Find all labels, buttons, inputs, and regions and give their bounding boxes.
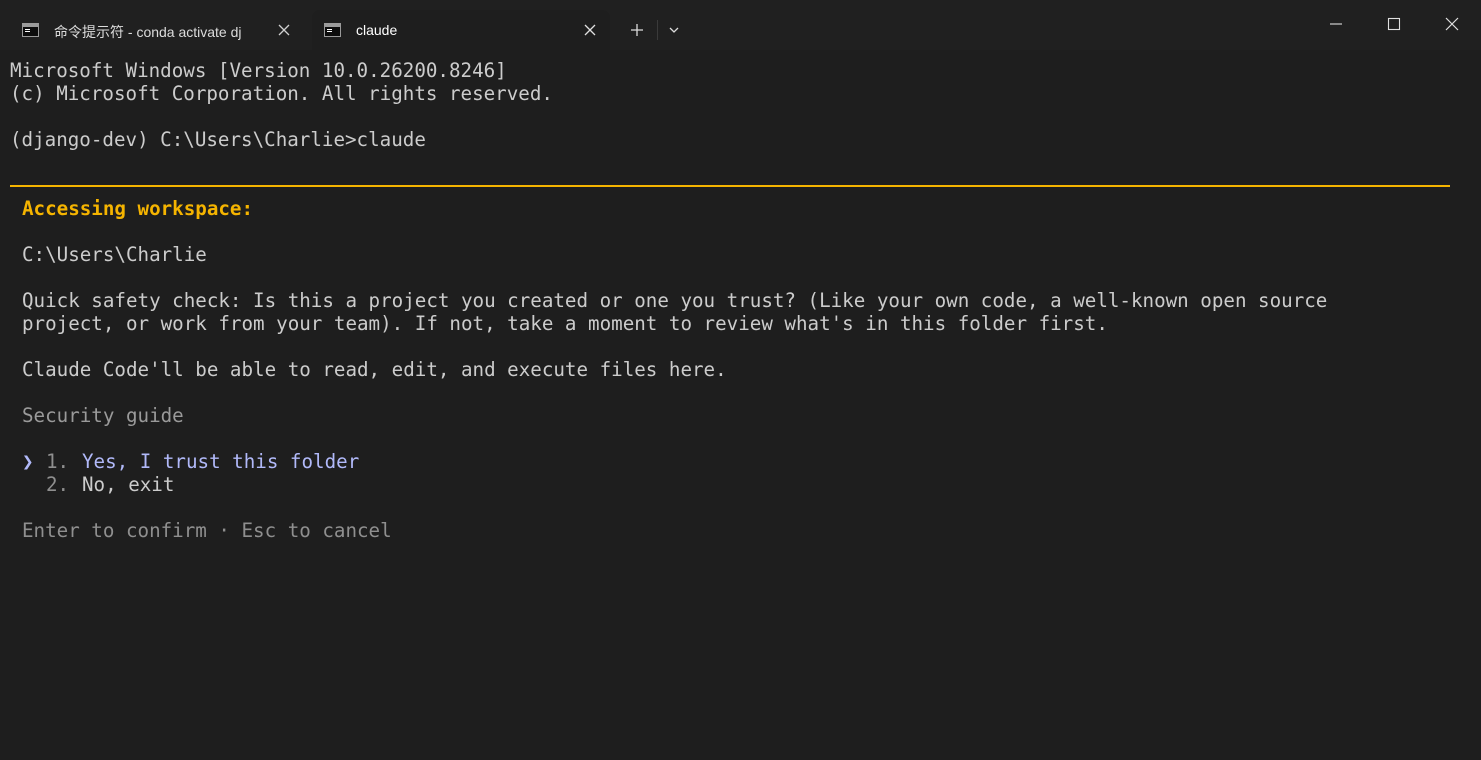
minimize-button[interactable] — [1307, 0, 1365, 48]
safety-question-line-1: Quick safety check: Is this a project yo… — [22, 289, 1328, 312]
command-prompt-line: (django-dev) C:\Users\Charlie>claude — [10, 128, 426, 151]
tab-dropdown-button[interactable] — [661, 16, 687, 44]
close-tab-icon[interactable] — [582, 22, 598, 38]
selection-pointer-icon: ❯ — [22, 450, 34, 473]
close-tab-icon[interactable] — [276, 22, 292, 38]
option-number: 2. — [46, 473, 70, 496]
version-line: Microsoft Windows [Version 10.0.26200.82… — [10, 59, 507, 82]
option-label: No, exit — [82, 473, 175, 496]
close-icon — [1445, 17, 1459, 31]
tab-divider — [657, 20, 658, 40]
plus-icon — [631, 24, 643, 36]
copyright-line: (c) Microsoft Corporation. All rights re… — [10, 82, 553, 105]
maximize-icon — [1387, 17, 1401, 31]
terminal-output[interactable]: Microsoft Windows [Version 10.0.26200.82… — [0, 50, 1481, 760]
ability-notice: Claude Code'll be able to read, edit, an… — [22, 358, 727, 381]
maximize-button[interactable] — [1365, 0, 1423, 48]
new-tab-button[interactable] — [622, 16, 652, 44]
workspace-path: C:\Users\Charlie — [22, 243, 207, 266]
tab-title: claude — [356, 22, 398, 38]
tab-claude[interactable]: claude — [312, 10, 610, 50]
safety-question-line-2: project, or work from your team). If not… — [22, 312, 1108, 335]
minimize-icon — [1330, 23, 1342, 25]
option-number: 1. — [46, 450, 70, 473]
terminal-window: 命令提示符 - conda activate dj claude Microso… — [0, 0, 1481, 760]
tab-conda[interactable]: 命令提示符 - conda activate dj — [10, 10, 304, 50]
close-window-button[interactable] — [1423, 0, 1481, 48]
title-bar: 命令提示符 - conda activate dj claude — [0, 0, 1481, 50]
dialog-top-border — [10, 185, 1450, 187]
keyboard-hint: Enter to confirm · Esc to cancel — [22, 519, 392, 542]
tab-title: 命令提示符 - conda activate dj — [54, 24, 242, 40]
dialog-title: Accessing workspace: — [22, 197, 254, 220]
option-label: Yes, I trust this folder — [82, 450, 360, 473]
selection-pointer-icon — [22, 473, 34, 496]
security-guide-link[interactable]: Security guide — [22, 404, 184, 427]
cmd-icon — [22, 23, 39, 37]
chevron-down-icon — [669, 27, 679, 33]
cmd-icon — [324, 23, 341, 37]
